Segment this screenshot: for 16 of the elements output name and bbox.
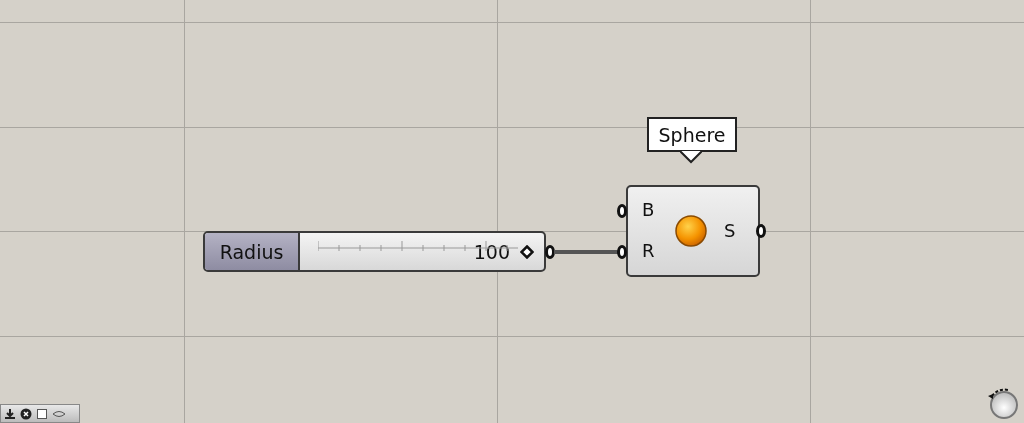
sphere-icon	[674, 214, 708, 248]
download-icon[interactable]	[4, 407, 16, 420]
input-port[interactable]	[617, 245, 627, 259]
number-slider[interactable]: Radius 100	[203, 231, 546, 272]
output-port[interactable]	[756, 224, 766, 238]
output-label: S	[724, 220, 736, 241]
input-label: B	[642, 199, 655, 220]
slider-grip[interactable]	[520, 244, 534, 259]
slider-value: 100	[473, 240, 510, 263]
input-port[interactable]	[617, 204, 627, 218]
sphere-component[interactable]: B R S	[626, 185, 760, 277]
square-icon[interactable]	[36, 407, 48, 420]
slider-label: Radius	[205, 233, 300, 270]
tooltip-pointer-icon	[680, 150, 702, 164]
close-icon[interactable]	[20, 407, 32, 420]
input-label: R	[642, 240, 655, 261]
